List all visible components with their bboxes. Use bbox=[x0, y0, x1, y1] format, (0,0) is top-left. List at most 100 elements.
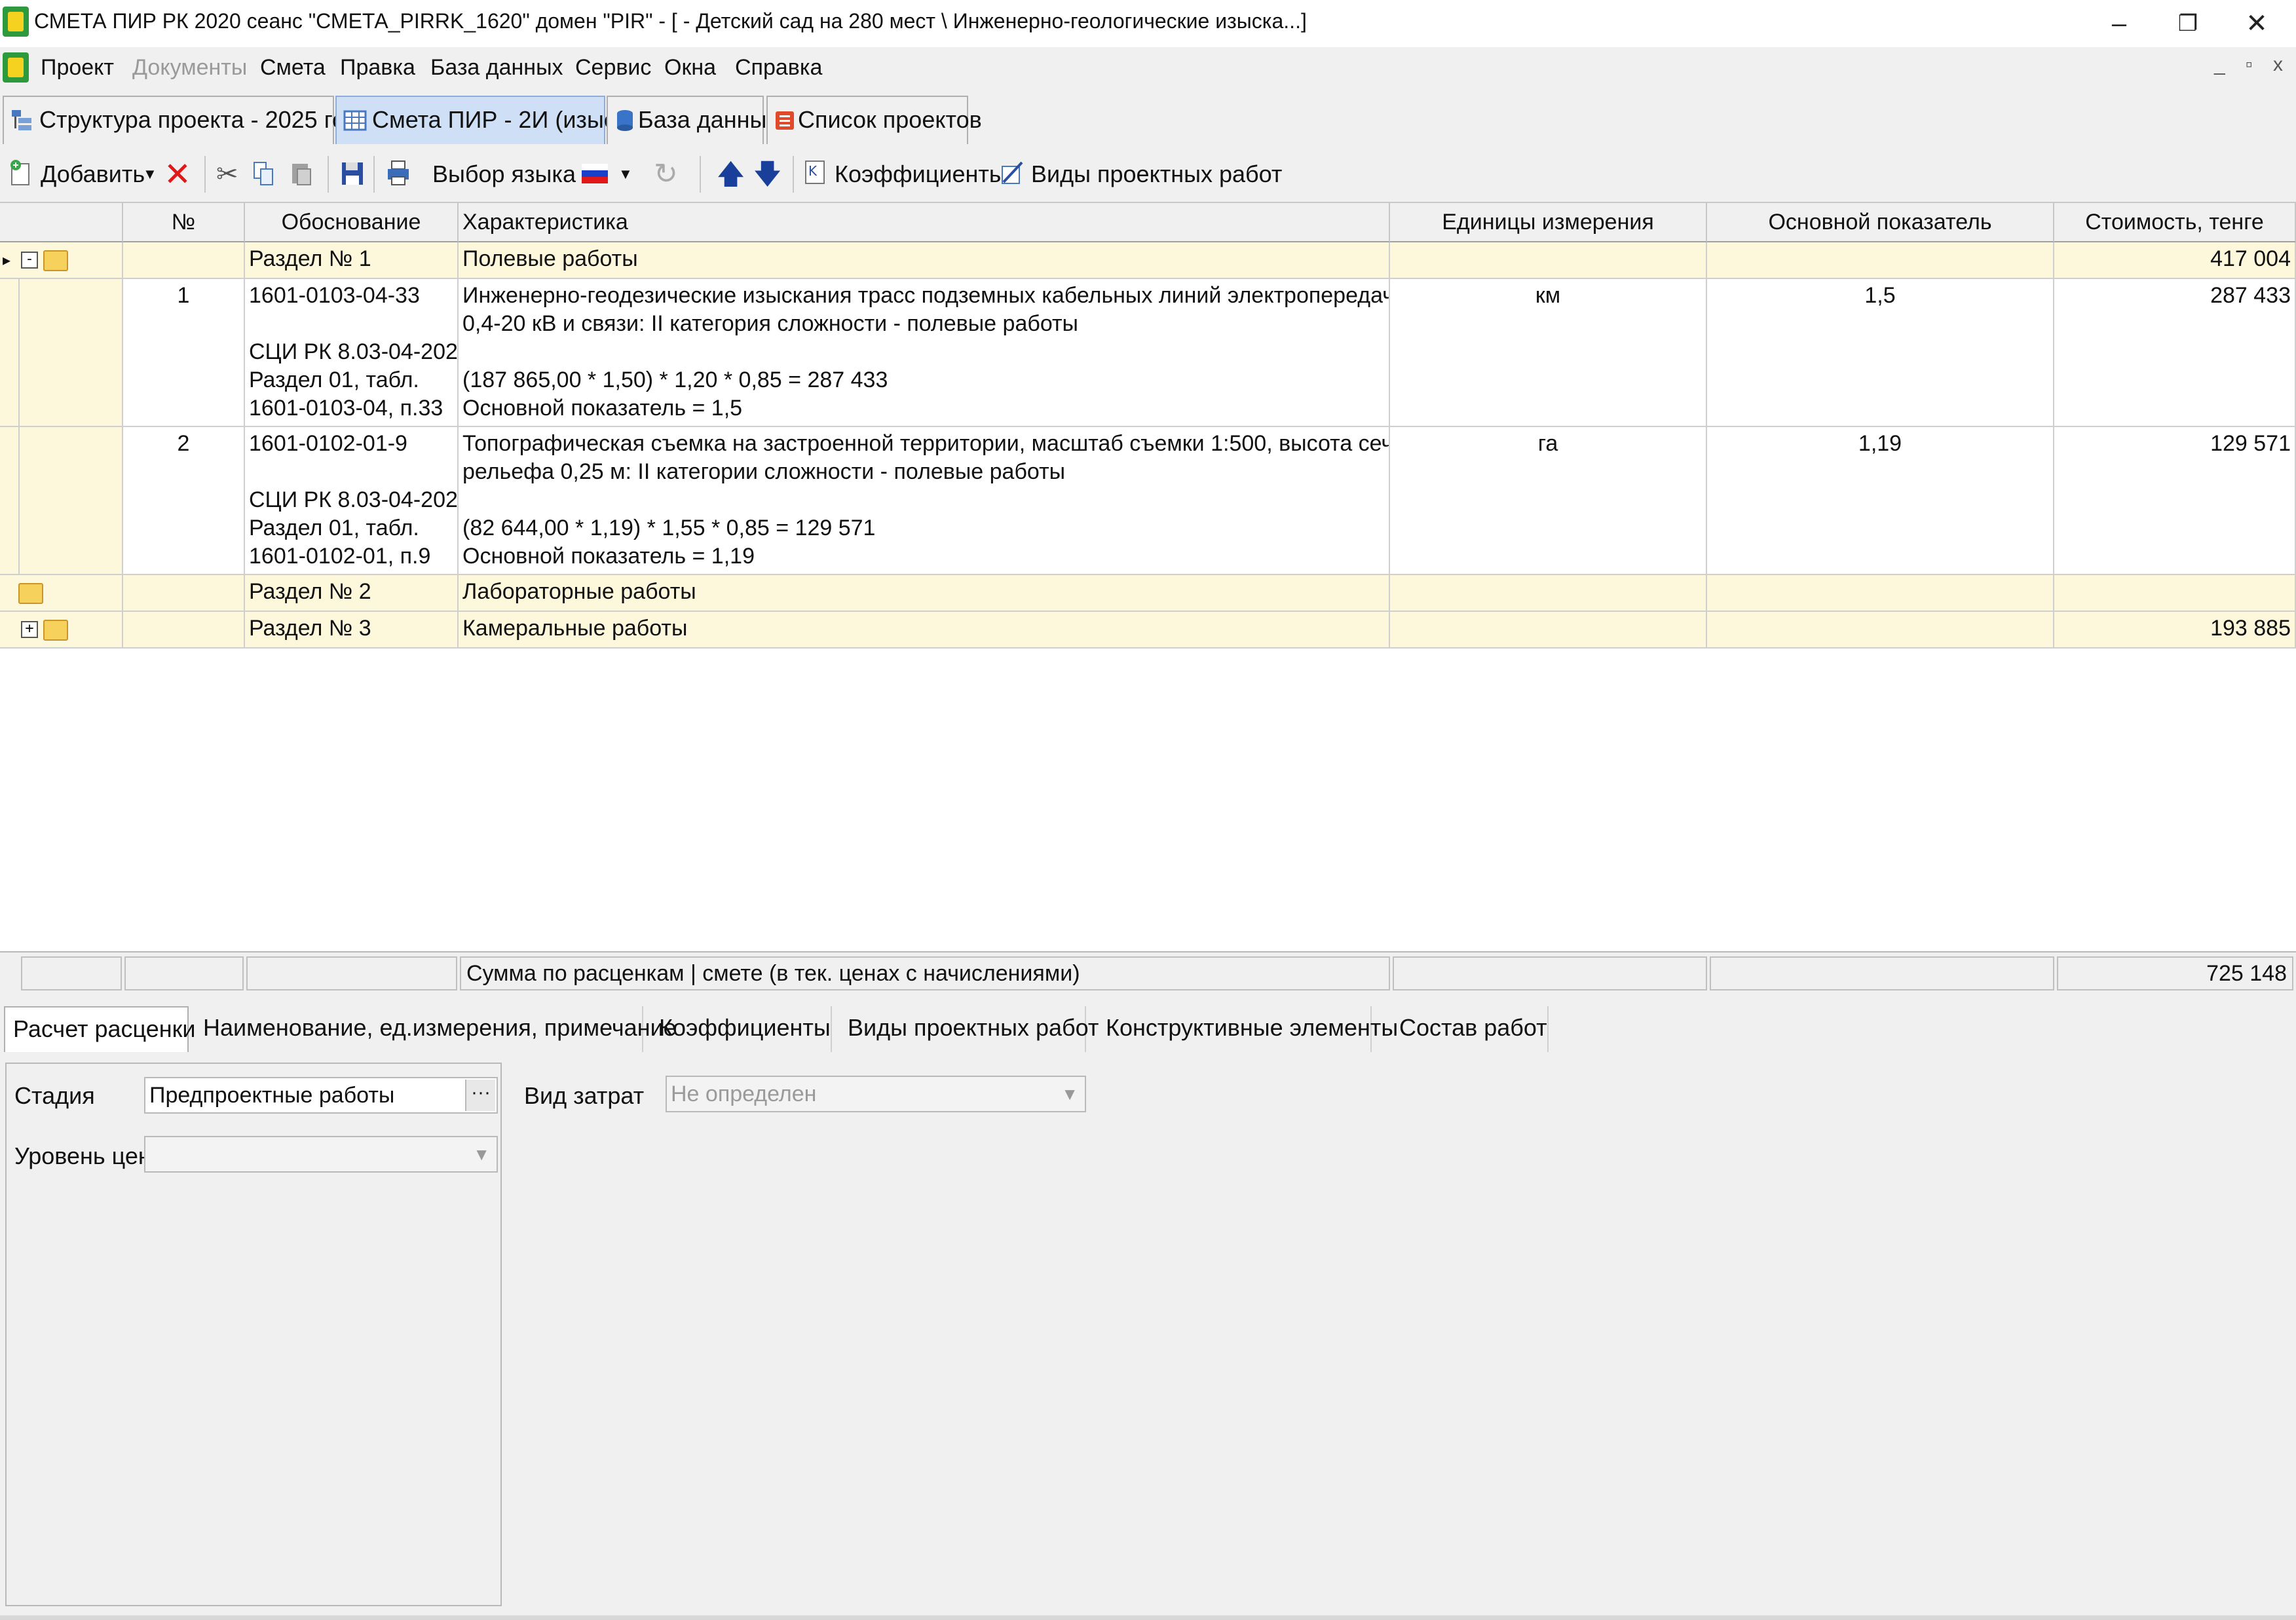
cell-section-title: Камеральные работы bbox=[459, 612, 1390, 649]
toolbar-separator bbox=[328, 156, 329, 193]
mdi-close-button[interactable]: x bbox=[2273, 54, 2283, 76]
menu-windows[interactable]: Окна bbox=[664, 55, 716, 81]
price-level-label: Уровень цен bbox=[14, 1142, 151, 1169]
restore-button[interactable]: ❐ bbox=[2155, 4, 2221, 43]
menu-help[interactable]: Справка bbox=[735, 55, 822, 81]
expand-icon[interactable]: + bbox=[21, 621, 38, 638]
header-units[interactable]: Единицы измерения bbox=[1390, 203, 1707, 242]
tab-label: Список проектов bbox=[798, 106, 982, 133]
row-indicator[interactable]: + bbox=[0, 612, 123, 649]
menu-bar: Проект Документы Смета Правка База данны… bbox=[0, 47, 2296, 88]
current-row-arrow-icon: ▸ bbox=[3, 252, 11, 269]
mdi-minimize-button[interactable]: _ bbox=[2214, 54, 2225, 76]
cost-type-label: Вид затрат bbox=[524, 1082, 645, 1109]
tab-name-unit-note[interactable]: Наименование, ед.измерения, примечание bbox=[195, 1006, 677, 1052]
stage-value: Предпроектные работы bbox=[149, 1083, 395, 1108]
cell-basis: 1601-0103-04-33 СЦИ РК 8.03-04-2024 Разд… bbox=[245, 279, 459, 427]
menu-estimate[interactable]: Смета bbox=[260, 55, 326, 81]
toolbar-separator bbox=[793, 156, 794, 193]
desc-main-indicator: Основной показатель = 1,5 bbox=[462, 396, 743, 421]
cell-main bbox=[1707, 575, 2054, 612]
document-tabs: Структура проекта - 2025 год Смета ПИР -… bbox=[0, 88, 2296, 148]
header-basis[interactable]: Обоснование bbox=[245, 203, 459, 242]
menu-database[interactable]: База данных bbox=[430, 55, 563, 81]
summary-cell bbox=[246, 956, 457, 990]
header-main-indicator[interactable]: Основной показатель bbox=[1707, 203, 2054, 242]
add-button[interactable]: Добавить bbox=[41, 155, 145, 194]
cell-number bbox=[123, 575, 245, 612]
header-cost[interactable]: Стоимость, тенге bbox=[2054, 203, 2296, 242]
menu-service[interactable]: Сервис bbox=[575, 55, 651, 81]
basis-norm: СЦИ РК 8.03-04-2024 bbox=[249, 339, 459, 364]
cell-characteristic: Топографическая съемка на застроенной те… bbox=[459, 427, 1390, 575]
tab-estimate[interactable]: Смета ПИР - 2И (изыск.) bbox=[335, 96, 641, 144]
cell-units: га bbox=[1390, 427, 1707, 575]
language-select-button[interactable]: Выбор языка bbox=[432, 155, 576, 194]
mdi-restore-button[interactable]: ▫ bbox=[2246, 54, 2253, 76]
basis-item: 1601-0103-04, п.33 bbox=[249, 396, 443, 421]
price-level-select[interactable]: ▼ bbox=[144, 1136, 498, 1173]
tree-indent bbox=[20, 279, 123, 427]
delete-icon[interactable]: ✕ bbox=[164, 155, 191, 194]
move-up-icon[interactable]: 🡅 bbox=[717, 155, 745, 194]
cell-cost bbox=[2054, 575, 2296, 612]
cell-number: 1 bbox=[123, 279, 245, 427]
stage-field[interactable]: Предпроектные работы ··· bbox=[144, 1077, 498, 1114]
stage-label: Стадия bbox=[14, 1082, 95, 1109]
language-dropdown-arrow-icon[interactable]: ▼ bbox=[618, 155, 633, 194]
summary-label: Сумма по расценкам | смете (в тек. ценах… bbox=[460, 956, 1390, 990]
toolbar-separator bbox=[204, 156, 206, 193]
cell-section-title: Лабораторные работы bbox=[459, 575, 1390, 612]
tab-project-structure[interactable]: Структура проекта - 2025 год bbox=[3, 96, 358, 144]
cost-type-select[interactable]: Не определен ▼ bbox=[666, 1076, 1086, 1112]
cell-main bbox=[1707, 242, 2054, 279]
coefficients-button[interactable]: Коэффициенты bbox=[835, 155, 1006, 194]
basis-item: 1601-0102-01, п.9 bbox=[249, 544, 431, 569]
ellipsis-button[interactable]: ··· bbox=[465, 1080, 495, 1111]
document-icon[interactable] bbox=[3, 52, 29, 83]
add-dropdown-arrow-icon[interactable]: ▼ bbox=[143, 155, 157, 194]
close-button[interactable]: ✕ bbox=[2224, 4, 2289, 43]
tab-database[interactable]: База данных bbox=[607, 96, 778, 144]
cell-cost: 193 885 bbox=[2054, 612, 2296, 649]
menu-project[interactable]: Проект bbox=[41, 55, 114, 81]
tab-work-types[interactable]: Виды проектных работ bbox=[840, 1006, 1099, 1052]
move-down-icon[interactable]: 🡇 bbox=[753, 155, 781, 194]
russian-flag-icon[interactable] bbox=[582, 164, 608, 183]
header-indicator bbox=[0, 203, 123, 242]
row-indicator[interactable]: ▸ - bbox=[0, 242, 123, 279]
collapse-icon[interactable]: - bbox=[21, 252, 38, 269]
menu-edit[interactable]: Правка bbox=[340, 55, 415, 81]
summary-cell bbox=[1710, 956, 2054, 990]
cut-icon[interactable]: ✂ bbox=[216, 155, 238, 194]
svg-text:K: K bbox=[808, 163, 818, 179]
refresh-icon[interactable]: ↻ bbox=[654, 155, 678, 194]
header-characteristic[interactable]: Характеристика bbox=[459, 203, 1390, 242]
tab-rate-calculation[interactable]: Расчет расценки bbox=[4, 1006, 196, 1052]
row-indicator[interactable] bbox=[0, 575, 123, 612]
tab-coefficients[interactable]: Коэффициенты bbox=[651, 1006, 832, 1052]
tab-work-composition[interactable]: Состав работ bbox=[1391, 1006, 1549, 1052]
add-icon bbox=[10, 160, 29, 185]
basis-code: 1601-0103-04-33 bbox=[249, 283, 420, 308]
header-number[interactable]: № bbox=[123, 203, 245, 242]
paste-icon[interactable] bbox=[288, 159, 314, 187]
tab-structural-elements[interactable]: Конструктивные элементы bbox=[1098, 1006, 1398, 1052]
cell-units bbox=[1390, 242, 1707, 279]
minimize-button[interactable]: – bbox=[2086, 4, 2152, 43]
dropdown-arrow-icon: ▼ bbox=[473, 1144, 490, 1164]
copy-icon[interactable] bbox=[250, 159, 276, 187]
estimate-grid: № Обоснование Характеристика Единицы изм… bbox=[0, 203, 2296, 950]
cell-main: 1,19 bbox=[1707, 427, 2054, 575]
cell-units: км bbox=[1390, 279, 1707, 427]
save-icon[interactable] bbox=[339, 159, 366, 187]
menu-documents[interactable]: Документы bbox=[132, 55, 247, 81]
work-types-button[interactable]: Виды проектных работ bbox=[1031, 155, 1282, 194]
basis-section: Раздел 01, табл. bbox=[249, 367, 419, 392]
desc-line: Топографическая съемка на застроенной те… bbox=[462, 431, 1390, 456]
cell-cost: 287 433 bbox=[2054, 279, 2296, 427]
tab-project-list[interactable]: Список проектов bbox=[766, 96, 982, 144]
print-icon[interactable] bbox=[385, 159, 411, 187]
